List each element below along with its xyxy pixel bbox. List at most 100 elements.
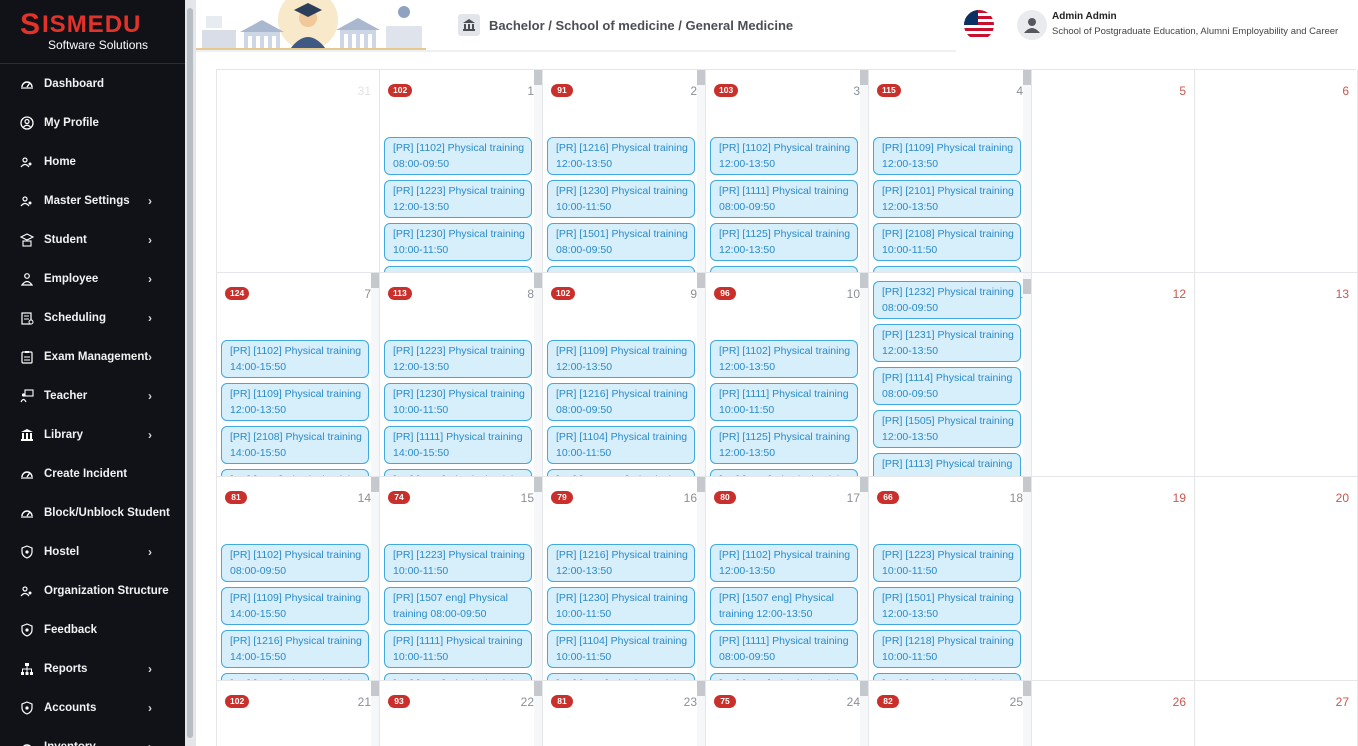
- day-scrollbar-thumb[interactable]: [860, 681, 868, 696]
- calendar-day[interactable]: 25 82: [869, 681, 1032, 746]
- day-scrollbar[interactable]: [1023, 681, 1031, 746]
- day-scrollbar-thumb[interactable]: [1023, 681, 1031, 696]
- calendar-event[interactable]: [PR] [1102] Physical training 08:00-09:5…: [221, 544, 369, 582]
- calendar-event[interactable]: [PR] [1230] Physical training 08:00-09:5…: [873, 673, 1021, 680]
- day-events-list[interactable]: [PR] [1102] Physical training 14:00-15:5…: [221, 340, 369, 476]
- sidebar-scrollbar-thumb[interactable]: [187, 8, 193, 738]
- calendar-event[interactable]: [PR] [1230] Physical training 10:00-11:5…: [384, 383, 532, 421]
- day-events-list[interactable]: [PR] [1102] Physical training 12:00-13:5…: [710, 340, 858, 476]
- calendar-event[interactable]: [PR] [1111] Physical training 08:00-09:5…: [710, 630, 858, 668]
- calendar-event[interactable]: [PR] [2108] Physical training 10:00-11:5…: [873, 223, 1021, 261]
- calendar-event[interactable]: [PR] [1223] Physical training 10:00-11:5…: [873, 544, 1021, 582]
- calendar-event[interactable]: [PR] [1102] Physical training 12:00-13:5…: [710, 544, 858, 582]
- day-scrollbar[interactable]: [371, 273, 379, 476]
- day-events-list[interactable]: [PR] [1232] Physical training 08:00-09:5…: [873, 281, 1021, 476]
- calendar-day[interactable]: 24 75: [706, 681, 869, 746]
- calendar-event[interactable]: [PR] [1501] Physical training 08:00-09:5…: [547, 673, 695, 680]
- calendar-day[interactable]: 27: [1195, 681, 1358, 746]
- calendar-event[interactable]: [PR] [1216] Physical training 12:00-13:5…: [547, 544, 695, 582]
- day-scrollbar-thumb[interactable]: [860, 273, 868, 288]
- calendar-day[interactable]: 19: [1032, 477, 1195, 681]
- calendar-day[interactable]: 26: [1032, 681, 1195, 746]
- calendar-event[interactable]: [PR] [1507 eng] Physical training 08:00-…: [384, 587, 532, 625]
- day-events-list[interactable]: [PR] [1109] Physical training 12:00-13:5…: [873, 137, 1021, 272]
- calendar-event[interactable]: [PR] [1102] Physical training 12:00-13:5…: [710, 340, 858, 378]
- calendar-day[interactable]: 22 93: [380, 681, 543, 746]
- calendar-day[interactable]: 1 102 [PR] [1102] Physical training 08:00-…: [380, 70, 543, 273]
- day-events-list[interactable]: [PR] [1102] Physical training 08:00-09:5…: [221, 544, 369, 680]
- day-events-list[interactable]: [PR] [1102] Physical training 12:00-13:5…: [710, 137, 858, 272]
- day-scrollbar-thumb[interactable]: [534, 70, 542, 85]
- sidebar-item-student[interactable]: Student ›: [0, 220, 185, 259]
- sidebar-item-home[interactable]: Home: [0, 142, 185, 181]
- calendar-event[interactable]: [PR] [1230] Physical training 10:00-11:5…: [547, 180, 695, 218]
- day-scrollbar[interactable]: [697, 681, 705, 746]
- calendar-event[interactable]: [PR] [1113] Physical training 10:00-11:5…: [873, 453, 1021, 476]
- calendar-day[interactable]: 12: [1032, 273, 1195, 477]
- day-scrollbar[interactable]: [860, 70, 868, 272]
- calendar-event[interactable]: [PR] [1223] Physical training 12:00-13:5…: [384, 340, 532, 378]
- day-scrollbar[interactable]: [860, 477, 868, 680]
- calendar-day[interactable]: 15 74 [PR] [1223] Physical training 10:00-…: [380, 477, 543, 681]
- calendar-event[interactable]: [PR] [2109 A] Physical training 08:00-09…: [873, 266, 1021, 272]
- calendar-event[interactable]: [PR] [1232] Physical training 08:00-09:5…: [873, 281, 1021, 319]
- calendar-day[interactable]: 31: [217, 70, 380, 273]
- day-events-list[interactable]: [PR] [1223] Physical training 12:00-13:5…: [384, 340, 532, 476]
- day-scrollbar[interactable]: [697, 273, 705, 476]
- day-scrollbar[interactable]: [1023, 70, 1031, 272]
- sidebar-item-dashboard[interactable]: Dashboard: [0, 64, 185, 103]
- calendar-event[interactable]: [PR] [1102] Physical training 08:00-09:5…: [384, 137, 532, 175]
- day-scrollbar-thumb[interactable]: [534, 273, 542, 288]
- calendar-event[interactable]: [PR] [1111] Physical training 10:00-11:5…: [710, 383, 858, 421]
- calendar-event[interactable]: [PR] [1216] Physical training 12:00-13:5…: [384, 673, 532, 680]
- calendar-day[interactable]: 10 96 [PR] [1102] Physical training 12:00-…: [706, 273, 869, 477]
- calendar-event[interactable]: [PR] [1501] Physical training 12:00-13:5…: [873, 587, 1021, 625]
- sidebar-item-employee[interactable]: Employee ›: [0, 259, 185, 298]
- calendar-day[interactable]: 2 91 [PR] [1216] Physical training 12:00-1…: [543, 70, 706, 273]
- day-scrollbar[interactable]: [534, 477, 542, 680]
- calendar-day[interactable]: 3 103 [PR] [1102] Physical training 12:00-…: [706, 70, 869, 273]
- sidebar-item-accounts[interactable]: Accounts ›: [0, 688, 185, 727]
- calendar-day[interactable]: 21 102: [217, 681, 380, 746]
- calendar-event[interactable]: [PR] [1230] Physical training 10:00-11:5…: [547, 587, 695, 625]
- sidebar-item-reports[interactable]: Reports ›: [0, 649, 185, 688]
- sidebar-item-create-incident[interactable]: Create Incident: [0, 454, 185, 493]
- day-events-list[interactable]: [PR] [1102] Physical training 08:00-09:5…: [384, 137, 532, 272]
- sidebar-item-feedback[interactable]: Feedback: [0, 610, 185, 649]
- breadcrumb-text[interactable]: Bachelor / School of medicine / General …: [489, 18, 793, 33]
- day-scrollbar[interactable]: [534, 70, 542, 272]
- calendar-day[interactable]: 7 124 [PR] [1102] Physical training 14:00-…: [217, 273, 380, 477]
- calendar-event[interactable]: [PR] [1216] Physical training 14:00-15:5…: [221, 630, 369, 668]
- sidebar-item-hostel[interactable]: Hostel ›: [0, 532, 185, 571]
- calendar-event[interactable]: [PR] [1109] Physical training 12:00-13:5…: [221, 383, 369, 421]
- calendar-event[interactable]: [PR] [1216] Physical training 08:00-09:5…: [384, 469, 532, 476]
- day-scrollbar-thumb[interactable]: [534, 681, 542, 696]
- avatar[interactable]: [1017, 10, 1047, 40]
- calendar-day[interactable]: 16 79 [PR] [1216] Physical training 12:00-…: [543, 477, 706, 681]
- calendar-day[interactable]: 17 80 [PR] [1102] Physical training 12:00-…: [706, 477, 869, 681]
- calendar-day[interactable]: 13: [1195, 273, 1358, 477]
- day-scrollbar-thumb[interactable]: [697, 477, 705, 492]
- calendar-event[interactable]: [PR] [1111] Physical training 14:00-15:5…: [384, 266, 532, 272]
- day-scrollbar-thumb[interactable]: [697, 70, 705, 85]
- calendar-event[interactable]: [PR] [1104] Physical training 10:00-11:5…: [547, 630, 695, 668]
- day-scrollbar[interactable]: [697, 477, 705, 680]
- calendar-day[interactable]: 9 102 [PR] [1109] Physical training 12:00-…: [543, 273, 706, 477]
- day-scrollbar-thumb[interactable]: [1023, 477, 1031, 492]
- calendar-day[interactable]: 14 81 [PR] [1102] Physical training 08:00-…: [217, 477, 380, 681]
- day-scrollbar[interactable]: [860, 273, 868, 476]
- calendar-event[interactable]: [PR] [1507 eng] Physical training 12:00-…: [547, 469, 695, 476]
- sidebar-item-library[interactable]: Library ›: [0, 415, 185, 454]
- day-scrollbar-thumb[interactable]: [860, 477, 868, 492]
- calendar-event[interactable]: [PR] [1216] Physical training 12:00-13:5…: [547, 137, 695, 175]
- day-events-list[interactable]: [PR] [1223] Physical training 10:00-11:5…: [384, 544, 532, 680]
- calendar-day[interactable]: 18 66 [PR] [1223] Physical training 10:00-…: [869, 477, 1032, 681]
- calendar-day[interactable]: 8 113 [PR] [1223] Physical training 12:00-…: [380, 273, 543, 477]
- day-scrollbar-thumb[interactable]: [371, 273, 379, 288]
- day-scrollbar[interactable]: [1023, 273, 1031, 476]
- day-scrollbar[interactable]: [371, 477, 379, 680]
- calendar-day[interactable]: 4 115 [PR] [1109] Physical training 12:00-…: [869, 70, 1032, 273]
- day-scrollbar-thumb[interactable]: [860, 70, 868, 85]
- calendar-event[interactable]: [PR] [1102] Physical training 14:00-15:5…: [221, 340, 369, 378]
- day-events-list[interactable]: [PR] [1223] Physical training 10:00-11:5…: [873, 544, 1021, 680]
